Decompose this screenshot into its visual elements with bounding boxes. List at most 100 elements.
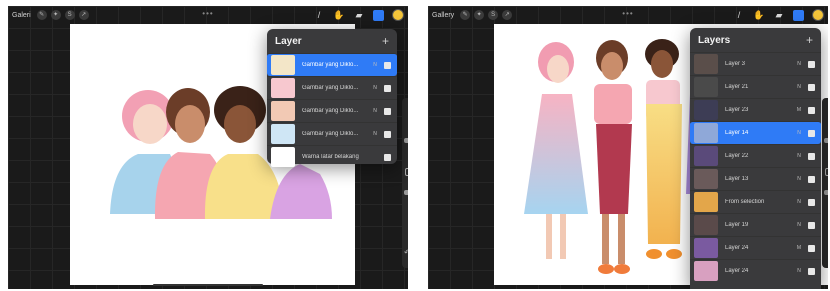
- visibility-checkbox[interactable]: [808, 221, 815, 229]
- smudge-icon[interactable]: ✋: [333, 9, 345, 21]
- visibility-checkbox[interactable]: [808, 129, 815, 137]
- layer-row[interactable]: From selection N: [690, 190, 821, 213]
- layer-name: Layer 24: [725, 245, 749, 251]
- magic-wand-icon[interactable]: ✦: [50, 10, 61, 20]
- blend-mode-indicator[interactable]: N: [794, 153, 804, 159]
- blend-mode-indicator[interactable]: N: [794, 176, 804, 182]
- layer-thumbnail: [694, 238, 718, 258]
- magic-wand-icon[interactable]: ✦: [474, 10, 485, 20]
- selection-icon[interactable]: S: [488, 10, 499, 20]
- add-layer-icon[interactable]: +: [806, 33, 813, 47]
- visibility-checkbox[interactable]: [808, 244, 815, 252]
- layer-thumbnail: [694, 100, 718, 120]
- procreate-screenshot-right: Gallery ✎ ✦ S ↗ ••• / ✋ ▰ Layers + Layer…: [428, 6, 828, 289]
- wrench-icon[interactable]: ✎: [36, 10, 47, 20]
- blend-mode-indicator[interactable]: N: [794, 84, 804, 90]
- smudge-icon[interactable]: ✋: [753, 9, 765, 21]
- layer-row[interactable]: Layer 24 N: [690, 259, 821, 282]
- add-layer-icon[interactable]: +: [382, 34, 389, 48]
- color-picker-swatch[interactable]: [812, 9, 824, 21]
- more-menu-icon[interactable]: •••: [622, 9, 633, 18]
- eyedropper-button[interactable]: [405, 168, 408, 176]
- layer-row[interactable]: Layer 3 N: [690, 52, 821, 75]
- layer-row[interactable]: Warna latar belakang: [267, 145, 397, 168]
- layer-name: Layer 13: [725, 176, 749, 182]
- brush-icon[interactable]: /: [733, 9, 745, 21]
- visibility-checkbox[interactable]: [384, 153, 391, 161]
- eraser-icon[interactable]: ▰: [773, 9, 785, 21]
- layer-thumbnail: [694, 169, 718, 189]
- opacity-slider[interactable]: [824, 190, 828, 195]
- layers-button[interactable]: [793, 9, 804, 21]
- layers-button[interactable]: [373, 9, 384, 21]
- blend-mode-indicator[interactable]: N: [370, 62, 380, 68]
- layers-panel: Layer + Gambar yang Diklo... N Gambar yang…: [267, 29, 397, 167]
- more-menu-icon[interactable]: •••: [202, 9, 213, 18]
- layer-row[interactable]: Layer 14 N: [690, 121, 821, 144]
- blend-mode-indicator[interactable]: N: [370, 108, 380, 114]
- opacity-slider[interactable]: [404, 190, 408, 195]
- visibility-checkbox[interactable]: [808, 106, 815, 114]
- brush-size-slider[interactable]: [824, 138, 828, 143]
- side-slider-bar: [822, 98, 828, 268]
- layer-thumbnail: [271, 101, 295, 121]
- gallery-button[interactable]: Gallery: [432, 12, 454, 19]
- layer-row[interactable]: Layer 19 N: [690, 213, 821, 236]
- layer-name: Gambar yang Diklo...: [302, 85, 359, 91]
- blend-mode-indicator[interactable]: N: [794, 268, 804, 274]
- blend-mode-indicator[interactable]: N: [370, 131, 380, 137]
- layer-row[interactable]: Gambar yang Diklo... N: [267, 53, 397, 76]
- layer-row[interactable]: Layer 13 N: [690, 167, 821, 190]
- brush-size-slider[interactable]: [404, 138, 408, 143]
- visibility-checkbox[interactable]: [808, 198, 815, 206]
- color-picker-swatch[interactable]: [392, 9, 404, 21]
- layer-thumbnail: [271, 147, 295, 167]
- layer-name: Layer 24: [725, 268, 749, 274]
- visibility-checkbox[interactable]: [808, 60, 815, 68]
- layer-thumbnail: [694, 77, 718, 97]
- visibility-checkbox[interactable]: [808, 267, 815, 275]
- layer-row[interactable]: Layer 24 M: [690, 236, 821, 259]
- layer-row[interactable]: Gambar yang Diklo... N: [267, 122, 397, 145]
- visibility-checkbox[interactable]: [384, 61, 391, 69]
- visibility-checkbox[interactable]: [384, 84, 391, 92]
- side-slider-bar: ↶: [402, 98, 408, 268]
- eyedropper-button[interactable]: [825, 168, 828, 176]
- blend-mode-indicator[interactable]: N: [794, 199, 804, 205]
- layer-row[interactable]: Gambar yang Diklo... N: [267, 76, 397, 99]
- selection-icon[interactable]: S: [64, 10, 75, 20]
- blend-mode-indicator[interactable]: M: [794, 107, 804, 113]
- right-tools: / ✋ ▰: [305, 9, 404, 21]
- procreate-screenshot-left: Galeri ✎ ✦ S ↗ ••• / ✋ ▰ ↶ Layer + Gamba…: [8, 6, 408, 289]
- transform-icon[interactable]: ↗: [502, 10, 513, 20]
- layer-row[interactable]: Layer 21 N: [690, 75, 821, 98]
- transform-icon[interactable]: ↗: [78, 10, 89, 20]
- layer-name: Gambar yang Diklo...: [302, 62, 359, 68]
- visibility-checkbox[interactable]: [808, 152, 815, 160]
- layer-row[interactable]: Layer 23 M: [690, 98, 821, 121]
- layer-name: Gambar yang Diklo...: [302, 131, 359, 137]
- wrench-icon[interactable]: ✎: [460, 10, 471, 20]
- eraser-icon[interactable]: ▰: [353, 9, 365, 21]
- blend-mode-indicator[interactable]: M: [794, 245, 804, 251]
- blend-mode-indicator[interactable]: N: [794, 222, 804, 228]
- visibility-checkbox[interactable]: [808, 83, 815, 91]
- visibility-checkbox[interactable]: [384, 130, 391, 138]
- layer-thumbnail: [271, 78, 295, 98]
- layer-name: Layer 21: [725, 84, 749, 90]
- undo-icon[interactable]: ↶: [404, 248, 408, 257]
- visibility-checkbox[interactable]: [808, 175, 815, 183]
- layers-panel: Layers + Layer 3 N Layer 21 N Layer 23 M Layer…: [690, 28, 821, 289]
- layer-name: Layer 22: [725, 153, 749, 159]
- blend-mode-indicator[interactable]: N: [794, 61, 804, 67]
- layer-name: Layer 19: [725, 222, 749, 228]
- blend-mode-indicator[interactable]: N: [794, 130, 804, 136]
- gallery-button[interactable]: Galeri: [12, 12, 31, 19]
- layer-row[interactable]: Gambar yang Diklo... N: [267, 99, 397, 122]
- brush-icon[interactable]: /: [313, 9, 325, 21]
- layer-thumbnail: [271, 124, 295, 144]
- blend-mode-indicator[interactable]: N: [370, 85, 380, 91]
- visibility-checkbox[interactable]: [384, 107, 391, 115]
- layer-thumbnail: [694, 123, 718, 143]
- layer-row[interactable]: Layer 22 N: [690, 144, 821, 167]
